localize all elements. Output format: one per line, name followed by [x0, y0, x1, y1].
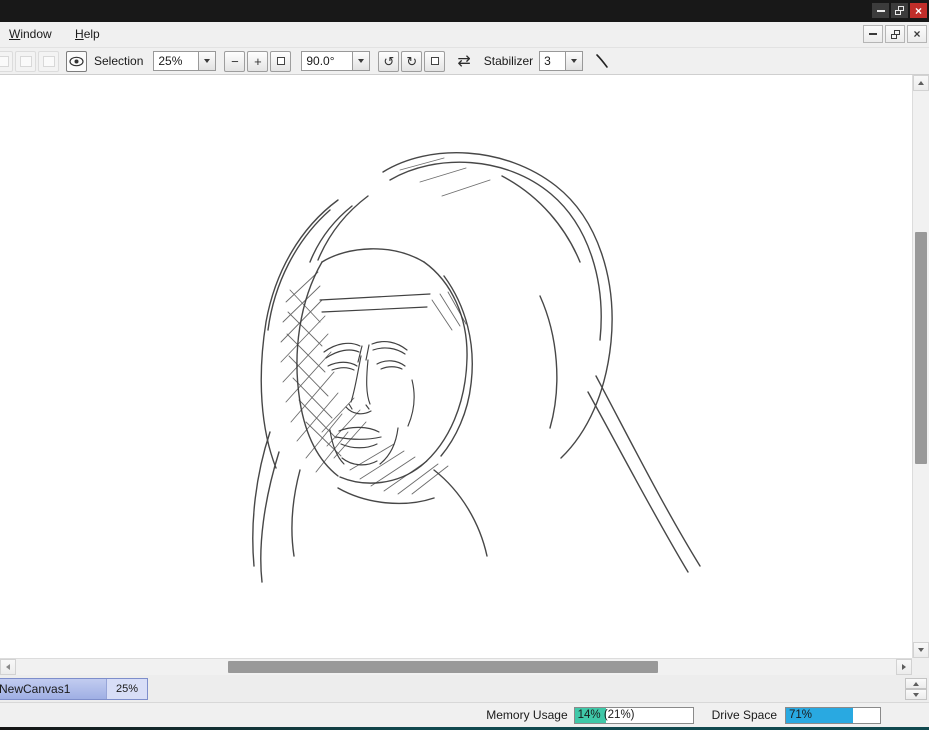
zoom-dropdown-button[interactable] [199, 51, 217, 71]
minimize-button[interactable] [872, 3, 889, 18]
memory-usage-value: 14% (21%) [577, 709, 635, 721]
chevron-down-icon [571, 59, 578, 63]
arrow-up-icon [918, 81, 924, 85]
rotate-cw-button[interactable]: ↻ [401, 50, 423, 72]
stabilizer-label: Stabilizer [483, 54, 534, 68]
history-button-1 [0, 50, 13, 72]
stabilizer-combo: 3 [539, 51, 584, 71]
menu-help[interactable]: Help [66, 22, 111, 45]
arrow-right-icon [902, 664, 906, 670]
stabilizer-dropdown-button[interactable] [566, 51, 584, 71]
scroll-left-button[interactable] [0, 659, 16, 675]
zoom-button-group: − + [222, 50, 292, 72]
eye-icon [69, 56, 84, 66]
tab-scroll-down-button[interactable] [905, 689, 927, 700]
disabled-icon [19, 55, 32, 67]
chevron-down-icon [204, 59, 211, 63]
status-bar: Memory Usage 14% (21%) Drive Space 71% [0, 702, 929, 727]
canvas-tab-title: NewCanvas1 [0, 682, 71, 696]
arrow-up-icon [913, 681, 919, 686]
rotation-button-group: ↺ ↻ [376, 50, 446, 72]
minimize-icon [876, 9, 885, 12]
stabilizer-value-field[interactable]: 3 [539, 51, 567, 71]
canvas-tab-bar: NewCanvas1 25% [0, 675, 929, 702]
chevron-down-icon [358, 59, 365, 63]
canvas-tab[interactable]: NewCanvas1 25% [0, 678, 148, 700]
selection-visibility-button[interactable] [66, 50, 87, 72]
mdi-restore-button[interactable] [885, 25, 905, 43]
square-icon [430, 57, 439, 65]
drive-space-value: 71% [789, 709, 813, 721]
zoom-reset-button[interactable] [270, 50, 292, 72]
zoom-in-button[interactable]: + [247, 50, 269, 72]
horizontal-scrollbar[interactable] [0, 658, 912, 675]
close-icon: × [914, 3, 922, 18]
scroll-down-button[interactable] [913, 642, 929, 658]
memory-usage-bar: 14% (21%) [573, 706, 694, 724]
scroll-right-button[interactable] [896, 659, 912, 675]
restore-button[interactable] [891, 3, 908, 18]
minimize-icon [869, 33, 877, 35]
mdi-close-button[interactable]: × [907, 25, 927, 43]
arrow-down-icon [913, 692, 919, 697]
title-bar: × [0, 0, 929, 22]
rotation-value-field[interactable]: 90.0° [301, 51, 354, 71]
menu-window[interactable]: Window [0, 22, 63, 45]
zoom-combo: 25% [153, 51, 217, 71]
selection-label: Selection [94, 54, 144, 68]
horizontal-scrollbar-thumb[interactable] [228, 661, 658, 673]
rotation-combo: 90.0° [301, 51, 371, 71]
toolbar: Selection 25% − + 90.0° ↺ ↻ ⇄ Stabilizer… [0, 48, 929, 75]
square-icon [276, 57, 285, 65]
restore-icon [895, 6, 904, 15]
rotate-ccw-button[interactable]: ↺ [378, 50, 400, 72]
mdi-minimize-button[interactable] [863, 25, 883, 43]
disabled-icon [42, 55, 55, 67]
vertical-scrollbar-thumb[interactable] [915, 232, 927, 464]
memory-usage-label: Memory Usage [486, 708, 568, 722]
sketch-face [319, 293, 431, 466]
disabled-icon [0, 55, 9, 67]
arrow-left-icon [6, 664, 10, 670]
sketch-drawing [252, 152, 701, 583]
vertical-scrollbar[interactable] [912, 75, 929, 658]
rotation-reset-button[interactable] [424, 50, 446, 72]
drive-space-bar: 71% [785, 706, 881, 724]
zoom-out-button[interactable]: − [224, 50, 246, 72]
tab-scroll-up-button[interactable] [905, 678, 927, 689]
scroll-up-button[interactable] [913, 75, 929, 91]
drive-space-label: Drive Space [711, 708, 777, 722]
restore-icon [890, 29, 900, 39]
canvas-tab-zoom: 25% [106, 679, 147, 699]
flip-horizontal-icon[interactable]: ⇄ [457, 51, 470, 71]
rotation-dropdown-button[interactable] [353, 51, 371, 71]
application-window: × Window Help × Selection 25% − + 90.0° … [0, 0, 929, 730]
window-controls: × [872, 3, 927, 18]
close-icon: × [913, 27, 921, 41]
scrollbar-corner [912, 658, 929, 675]
menu-bar: Window Help × [0, 22, 929, 48]
arrow-down-icon [918, 648, 924, 652]
zoom-value-field[interactable]: 25% [153, 51, 200, 71]
tab-scroll-buttons [905, 678, 927, 700]
drawing-canvas[interactable] [0, 75, 912, 658]
diagonal-stroke-icon [596, 54, 608, 68]
history-button-3 [38, 50, 59, 72]
brush-stroke-icon[interactable] [593, 52, 611, 70]
mdi-window-controls: × [863, 25, 927, 43]
history-button-2 [15, 50, 36, 72]
close-button[interactable]: × [910, 3, 927, 18]
